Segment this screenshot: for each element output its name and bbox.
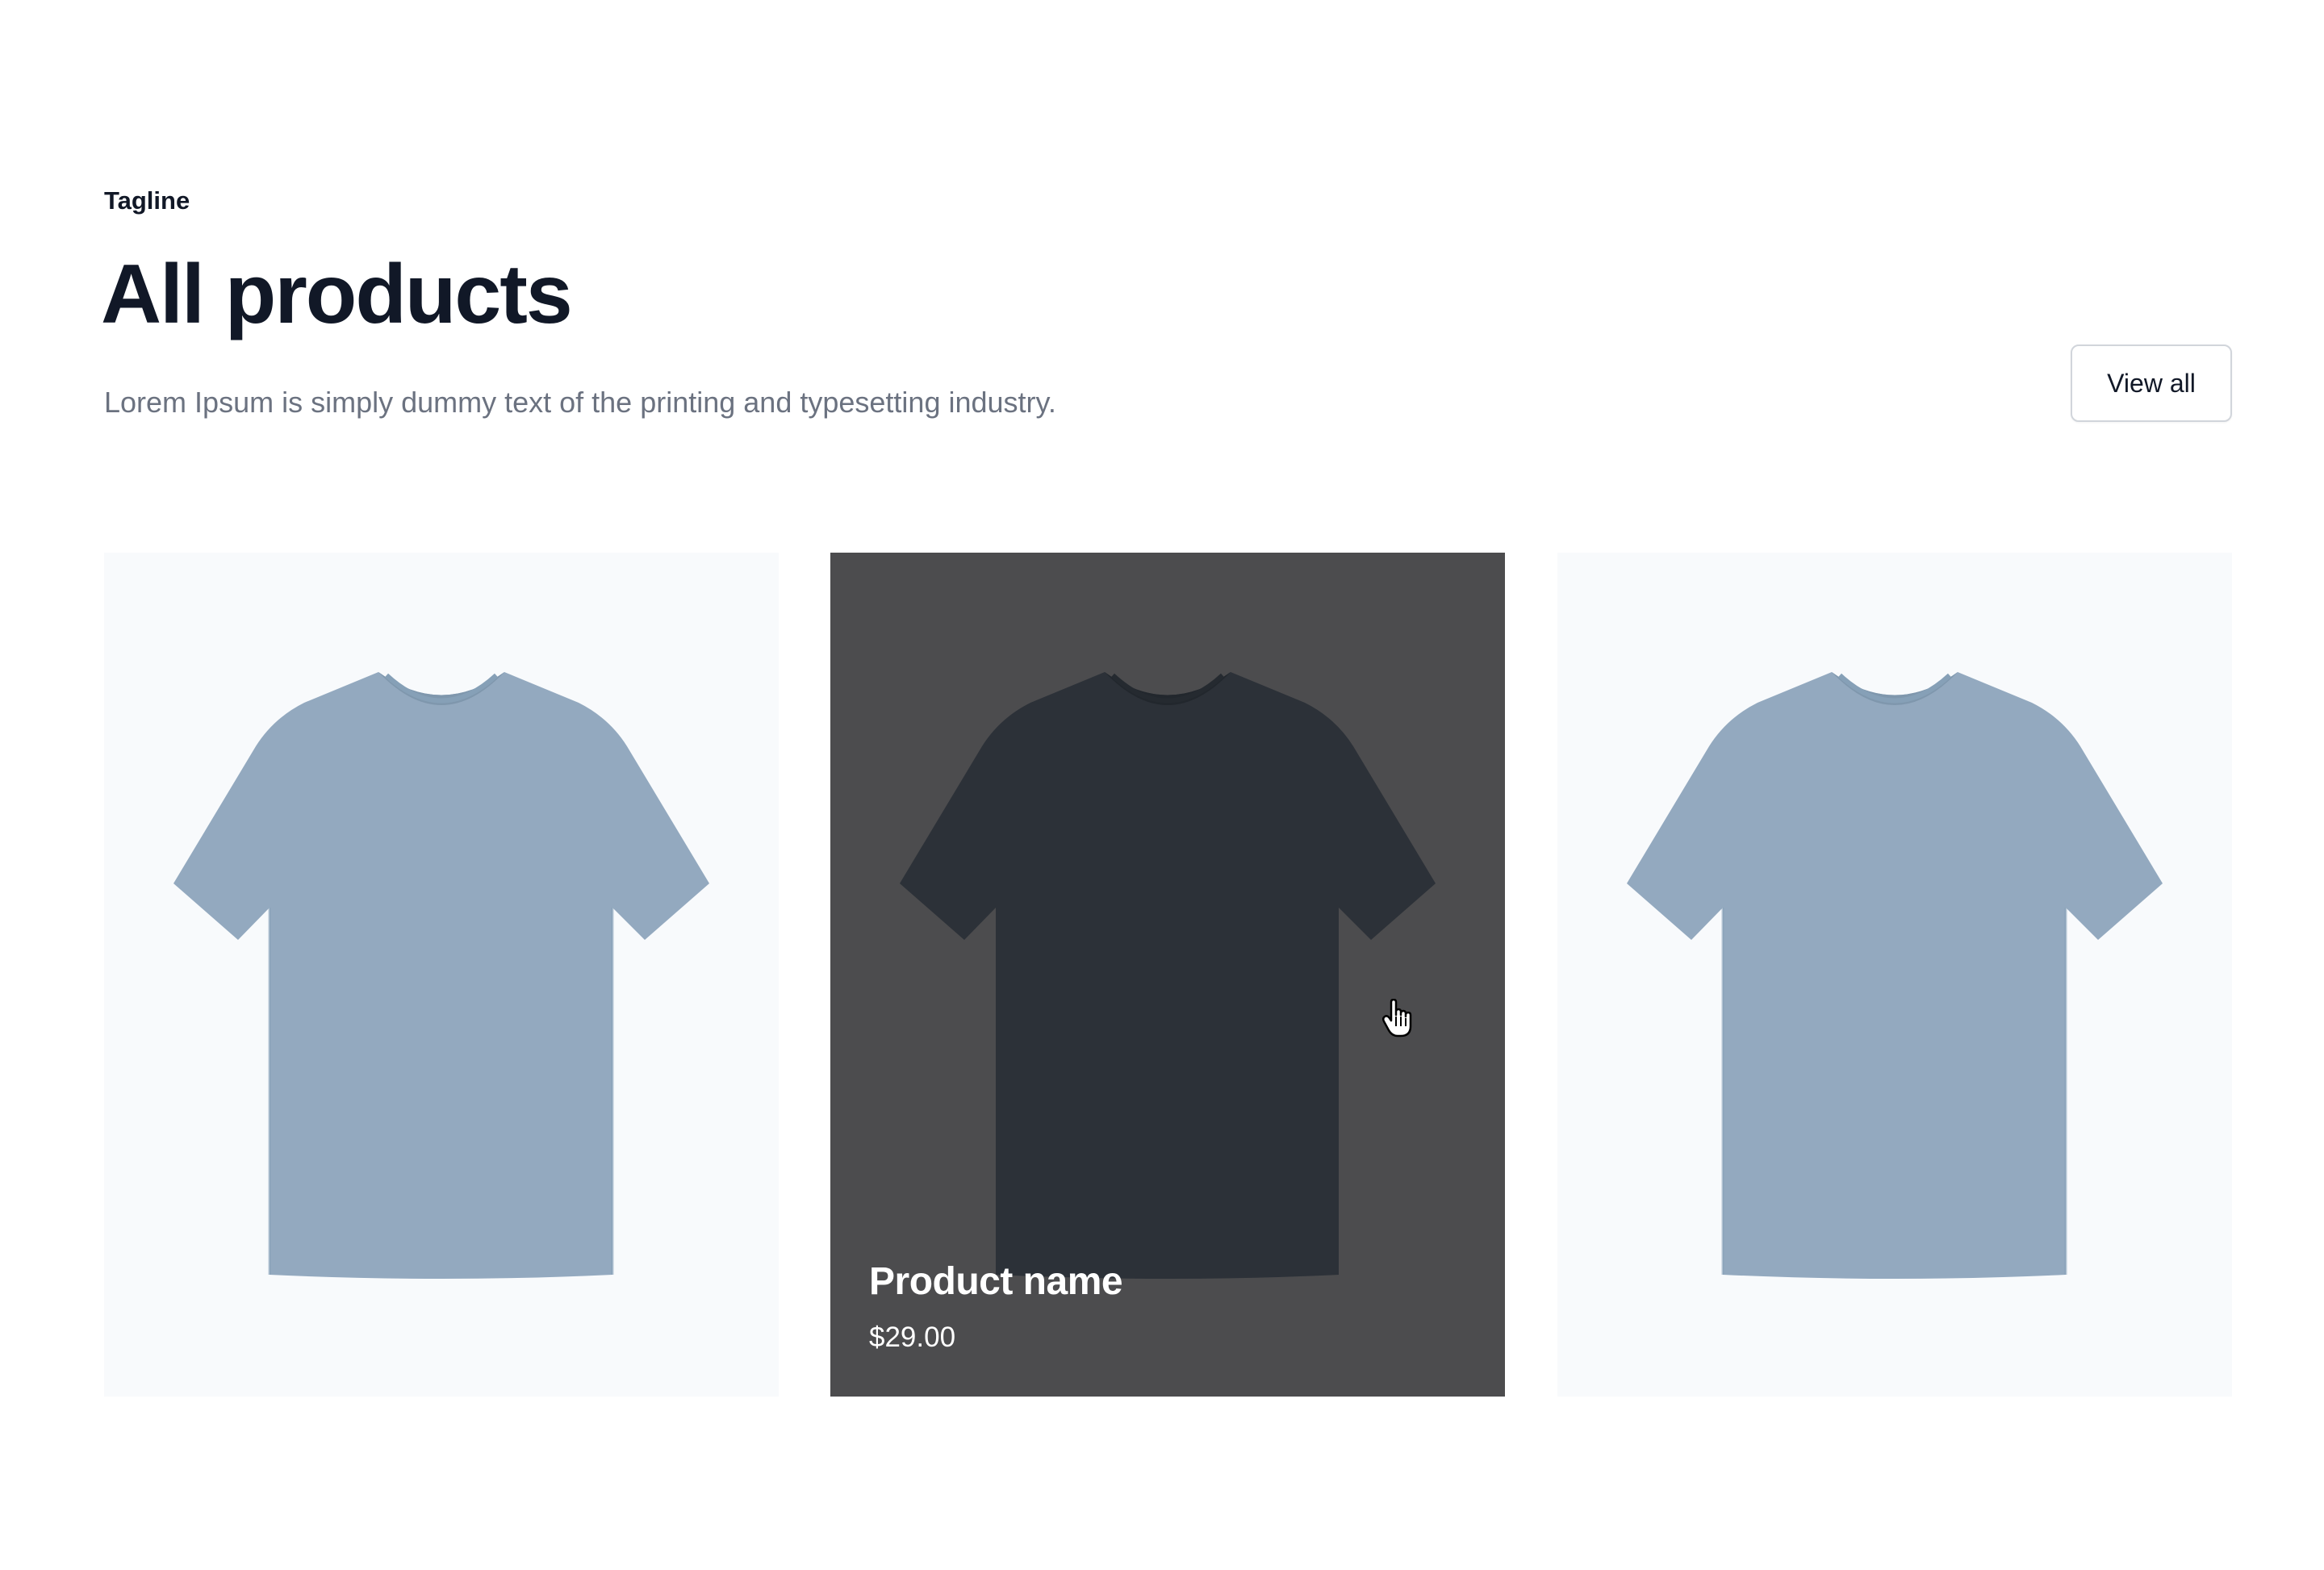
product-card[interactable] (1557, 553, 2232, 1397)
pointer-hand-icon (1381, 999, 1412, 1038)
tshirt-image (1627, 672, 2163, 1279)
product-card-hovered[interactable]: Product name $29.00 (830, 553, 1505, 1397)
section-header: Tagline All products Lorem Ipsum is simp… (101, 184, 2233, 419)
page-title: All products (101, 248, 573, 341)
product-listing-page: Tagline All products Lorem Ipsum is simp… (0, 0, 2324, 1570)
section-description: Lorem Ipsum is simply dummy text of the … (104, 386, 1056, 419)
product-info: Product name $29.00 (869, 1256, 1123, 1358)
product-card[interactable] (104, 553, 779, 1397)
tshirt-image (173, 672, 709, 1279)
tagline: Tagline (104, 186, 190, 215)
product-name: Product name (869, 1260, 1123, 1303)
product-grid: Product name $29.00 (104, 553, 2233, 1397)
product-price: $29.00 (869, 1322, 956, 1353)
view-all-button[interactable]: View all (2071, 344, 2232, 422)
